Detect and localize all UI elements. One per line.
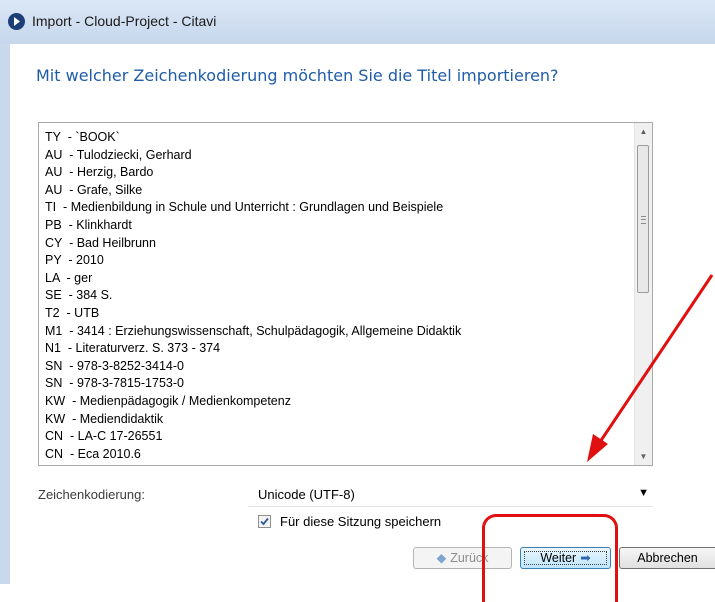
- import-dialog-window: Import - Cloud-Project - Citavi Mit welc…: [0, 0, 715, 602]
- annotation-arrow: [587, 274, 714, 462]
